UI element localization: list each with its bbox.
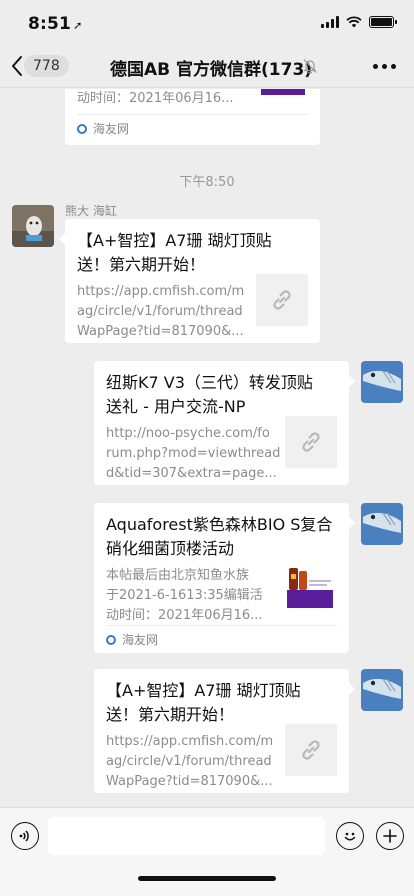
more-options-button[interactable] — [373, 64, 396, 69]
wifi-icon — [346, 16, 362, 28]
source-logo-icon — [77, 123, 87, 134]
link-icon — [273, 290, 291, 310]
voice-button[interactable] — [11, 822, 39, 850]
emoji-icon — [344, 832, 356, 841]
home-indicator — [138, 876, 276, 881]
plus-icon — [383, 829, 397, 843]
message-card-top-partial[interactable]: 动时间：2021年06月16... 海友网 — [65, 89, 320, 145]
unread-count-badge: 778 — [24, 55, 69, 77]
cellular-signal-icon — [321, 16, 339, 28]
voice-icon — [19, 830, 29, 842]
plus-button[interactable] — [376, 822, 404, 850]
link-thumbnail — [285, 724, 337, 776]
emoji-button[interactable] — [336, 822, 364, 850]
article-card-message[interactable]: Aquaforest紫色森林BIO S复合 硝化细菌顶楼活动 本帖最后由北京知鱼… — [94, 503, 355, 653]
link-card-title: 【A+智控】A7珊 瑚灯顶贴 送！第六期开始！ — [106, 681, 301, 724]
card-thumbnail — [257, 89, 307, 95]
location-arrow-icon: ➚ — [73, 19, 83, 32]
link-card-message[interactable]: 【A+智控】A7珊 瑚灯顶贴 送！第六期开始！ https://app.cmfi… — [59, 219, 320, 343]
back-button[interactable]: 778 — [10, 53, 69, 79]
link-thumbnail — [256, 274, 308, 326]
link-card-title: 纽斯K7 V3（三代）转发顶贴 送礼 - 用户交流-NP — [106, 373, 313, 416]
sender-name: 熊大 海缸 — [65, 204, 117, 218]
sender-avatar[interactable] — [12, 205, 54, 247]
message-list[interactable]: 动时间：2021年06月16... 海友网 下午8:50 熊大 海缸 【A+智控… — [0, 89, 414, 807]
my-avatar[interactable] — [361, 503, 403, 545]
card-source: 海友网 — [93, 122, 130, 136]
link-thumbnail — [285, 416, 337, 468]
status-bar: 8:51 ➚ — [0, 0, 414, 44]
status-icons — [321, 16, 397, 28]
status-time: 8:51 ➚ — [28, 14, 83, 34]
chevron-left-icon — [12, 56, 22, 76]
link-card-title: 【A+智控】A7珊 瑚灯顶贴 送！第六期开始！ — [77, 231, 272, 274]
battery-icon — [369, 16, 397, 28]
my-avatar[interactable] — [361, 669, 403, 711]
article-card-desc: 本帖最后由北京知鱼水族 于2021-6-1613:35编辑活 动时间：2021年… — [106, 568, 263, 623]
article-source: 海友网 — [122, 633, 159, 647]
link-card-message[interactable]: 【A+智控】A7珊 瑚灯顶贴 送！第六期开始！ https://app.cmfi… — [94, 669, 355, 793]
article-thumbnail — [285, 560, 335, 610]
article-card-title: Aquaforest紫色森林BIO S复合 硝化细菌顶楼活动 — [106, 515, 333, 558]
link-card-message[interactable]: 纽斯K7 V3（三代）转发顶贴 送礼 - 用户交流-NP http://noo-… — [94, 361, 355, 485]
my-avatar[interactable] — [361, 361, 403, 403]
status-time-text: 8:51 — [28, 14, 72, 34]
link-card-url: http://noo-psyche.com/fo rum.php?mod=vie… — [106, 426, 281, 481]
card-source-footer: 海友网 — [77, 114, 308, 142]
link-icon — [302, 740, 320, 760]
link-icon — [302, 432, 320, 452]
ellipsis-icon — [373, 64, 378, 69]
card-desc: 动时间：2021年06月16... — [77, 91, 234, 106]
article-source-footer: 海友网 — [106, 625, 337, 653]
chat-title: 德国AB 官方微信群(173) — [110, 60, 313, 80]
link-card-url: https://app.cmfish.com/m ag/circle/v1/fo… — [106, 734, 274, 789]
message-input[interactable] — [48, 817, 325, 855]
bell-slash-icon — [303, 59, 317, 74]
input-bar — [0, 807, 414, 896]
chat-header: 778 德国AB 官方微信群(173) — [0, 44, 414, 88]
time-separator: 下午8:50 — [179, 175, 235, 190]
source-logo-icon — [106, 634, 116, 645]
link-card-url: https://app.cmfish.com/m ag/circle/v1/fo… — [77, 284, 245, 339]
